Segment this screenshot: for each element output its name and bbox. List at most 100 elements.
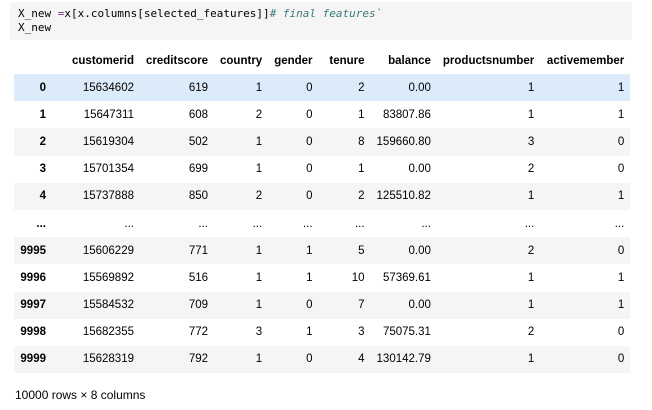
table-cell: ...: [524, 217, 535, 230]
table-cell: 2: [358, 81, 365, 94]
table-cell: 699: [188, 163, 209, 176]
table-cell: 771: [188, 244, 209, 257]
table-cell: 709: [188, 299, 209, 312]
table-row[interactable]: 1 15647311 608 2 0 1 83807.86 1 1: [14, 101, 630, 128]
code-line-2: X_new: [18, 21, 52, 34]
table-cell: 0: [306, 81, 313, 94]
table-cell: 15647311: [83, 108, 134, 121]
table-cell: 15737888: [82, 190, 134, 203]
table-row[interactable]: 9996 15569892 516 1 1 10 57369.61 1 1: [14, 264, 630, 291]
table-cell: 1: [255, 353, 263, 366]
table-cell: 0: [306, 163, 313, 176]
row-index: 9995: [20, 244, 46, 257]
table-cell: 5: [358, 244, 365, 257]
table-cell: 1: [527, 271, 535, 284]
column-header-tenure: tenure: [329, 54, 365, 67]
table-cell: 7: [358, 299, 365, 312]
table-cell: 1: [617, 299, 625, 312]
table-cell: 2: [527, 163, 535, 176]
column-header-index: [14, 47, 52, 74]
table-cell: 0: [306, 299, 313, 312]
table-cell: 159660.80: [376, 135, 431, 148]
table-row[interactable]: 0 15634602 619 1 0 2 0.00 1 1: [14, 74, 631, 102]
row-index: 9996: [20, 271, 46, 284]
table-cell: 15682355: [82, 326, 134, 339]
table-cell: 850: [188, 190, 209, 203]
column-header-activemember: activemember: [546, 54, 625, 67]
table-cell: 4: [358, 353, 365, 366]
table-cell: 15619304: [82, 135, 134, 148]
table-cell: 15634602: [82, 81, 134, 94]
table-cell: ...: [252, 217, 263, 230]
table-cell: 57369.61: [382, 271, 431, 284]
table-cell: 0: [306, 190, 313, 203]
table-cell: 2: [527, 326, 535, 339]
table-row[interactable]: 9995 15606229 771 1 1 5 0.00 2 0: [14, 237, 631, 265]
table-footer-shape: 10000 rows × 8 columns: [15, 388, 146, 402]
column-header-balance: balance: [388, 54, 431, 67]
table-cell: 15606229: [82, 244, 134, 257]
row-index: 3: [39, 163, 46, 176]
table-cell: 0: [617, 135, 625, 148]
table-row[interactable]: 3 15701354 699 1 0 1 0.00 2 0: [14, 156, 630, 183]
table-cell: 1: [255, 299, 263, 312]
code-comment: # final features`: [269, 7, 383, 20]
table-cell: 1: [617, 190, 625, 203]
table-cell: 1: [617, 108, 625, 121]
row-index: 9999: [20, 353, 46, 366]
table-cell: 0: [306, 135, 313, 148]
column-header-creditscore: creditscore: [146, 54, 209, 67]
table-cell: 8: [358, 135, 365, 148]
table-cell: 1: [306, 244, 313, 257]
table-cell: 1: [255, 271, 263, 284]
column-header-productsnumber: productsnumber: [442, 54, 535, 67]
table-cell: 125510.82: [376, 190, 431, 203]
table-cell: 772: [188, 326, 209, 339]
table-cell: 1: [255, 163, 263, 176]
dataframe-table: customerid creditscore country gender te…: [14, 47, 631, 374]
table-cell: 1: [255, 244, 263, 257]
row-index: 1: [39, 108, 46, 121]
table-cell: 0.00: [408, 81, 431, 94]
table-cell: 1: [527, 190, 535, 203]
row-index: 9998: [20, 326, 46, 339]
table-cell: 1: [617, 271, 625, 284]
table-cell: 10: [351, 271, 365, 284]
table-cell: 0.00: [408, 299, 431, 312]
table-cell: 0: [617, 244, 625, 257]
table-row[interactable]: 9999 15628319 792 1 0 4 130142.79 1 0: [14, 345, 631, 374]
table-cell: 15628319: [82, 353, 134, 366]
table-row[interactable]: 2 15619304 502 1 0 8 159660.80 3 0: [14, 128, 631, 156]
table-row[interactable]: 9998 15682355 772 3 1 3 75075.31 2 0: [14, 319, 630, 346]
column-header-gender: gender: [274, 54, 313, 67]
code-cell[interactable]: X_new =x[x.columns[selected_features]]# …: [10, 2, 632, 40]
table-cell: 502: [188, 135, 209, 148]
code-var: X_new: [18, 7, 58, 20]
table-cell: 3: [358, 326, 365, 339]
row-index: 2: [39, 135, 46, 148]
table-cell: 1: [358, 108, 365, 121]
table-cell: 1: [306, 326, 313, 339]
table-header-row: customerid creditscore country gender te…: [14, 47, 630, 74]
table-cell: 1: [255, 135, 263, 148]
table-cell: ...: [421, 217, 431, 230]
table-cell: 1: [306, 271, 313, 284]
table-row[interactable]: 9997 15584532 709 1 0 7 0.00 1 1: [14, 291, 631, 319]
table-cell: 619: [188, 81, 209, 94]
table-cell: 3: [527, 135, 535, 148]
table-row[interactable]: 4 15737888 850 2 0 2 125510.82 1 1: [14, 182, 631, 210]
row-index: ...: [36, 217, 46, 230]
table-cell: 1: [617, 81, 625, 94]
table-row[interactable]: ...........................: [14, 210, 630, 237]
column-header-customerid: customerid: [72, 54, 134, 67]
table-cell: 792: [188, 353, 209, 366]
table-cell: ...: [302, 217, 313, 230]
table-cell: 608: [188, 108, 209, 121]
table-cell: 0.00: [408, 163, 431, 176]
table-cell: 0: [617, 353, 625, 366]
table-cell: 1: [527, 353, 535, 366]
table-cell: 1: [527, 299, 535, 312]
row-index: 9997: [20, 299, 46, 312]
table-cell: 1: [527, 108, 535, 121]
table-cell: 1: [358, 163, 365, 176]
